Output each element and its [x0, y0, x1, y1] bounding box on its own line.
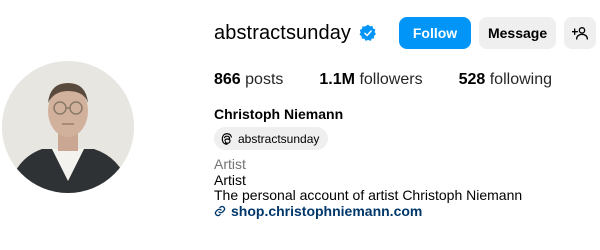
bio-line: Artist — [214, 172, 246, 188]
external-link[interactable]: shop.christophniemann.com — [214, 203, 422, 219]
stat-following[interactable]: 528 following — [459, 71, 552, 89]
stat-followers[interactable]: 1.1M followers — [319, 71, 422, 89]
message-button[interactable]: Message — [479, 17, 557, 49]
profile-category: Artist — [214, 156, 246, 172]
full-name: Christoph Niemann — [214, 106, 344, 122]
threads-icon — [221, 132, 232, 145]
follow-button[interactable]: Follow — [399, 17, 472, 49]
profile-stats: 866 posts 1.1M followers 528 following — [214, 71, 588, 89]
bio-line: The personal account of artist Christoph… — [214, 187, 523, 203]
stat-label: followers — [359, 71, 423, 88]
stat-value: 1.1M — [319, 71, 355, 88]
stat-value: 866 — [214, 71, 241, 88]
stat-posts: 866 posts — [214, 71, 283, 89]
stat-label: following — [489, 71, 552, 88]
profile-avatar[interactable] — [2, 61, 134, 193]
username: abstractsunday — [214, 21, 352, 44]
link-icon — [214, 205, 226, 217]
threads-badge[interactable]: abstractsunday — [214, 127, 329, 150]
avatar-photo — [2, 61, 134, 193]
stat-value: 528 — [458, 71, 486, 88]
suggested-accounts-button[interactable] — [564, 17, 597, 49]
link-text: shop.christophniemann.com — [231, 203, 423, 219]
person-add-icon — [572, 27, 589, 40]
stat-label: posts — [245, 71, 284, 88]
threads-handle: abstractsunday — [238, 131, 320, 146]
verified-badge-icon — [359, 24, 377, 42]
profile-header-row: abstractsunday Follow Message — [214, 17, 600, 49]
